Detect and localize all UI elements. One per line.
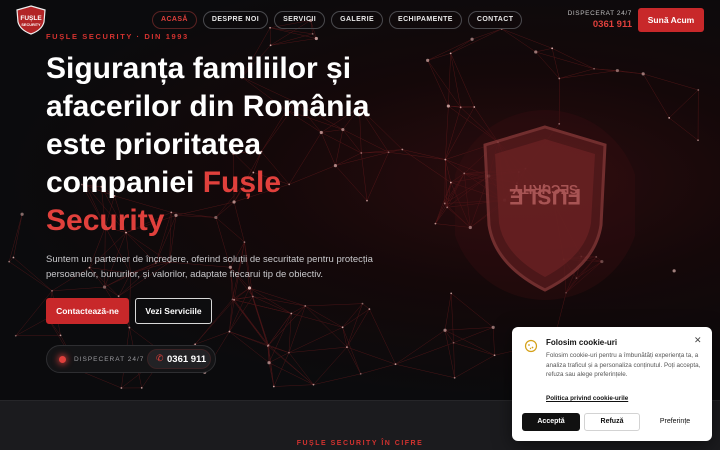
headline-accent-line: Security	[46, 204, 165, 237]
dispatch-pill-label: DISPECERAT 24/7	[74, 356, 145, 363]
status-dot-icon	[59, 356, 66, 363]
nav-item-galerie[interactable]: GALERIE	[331, 11, 384, 29]
header-dispatch-label: DISPECERAT 24/7	[567, 10, 632, 17]
dispatch-phone-button[interactable]: ✆ 0361 911	[147, 349, 211, 369]
cookie-accept-button[interactable]: Acceptă	[522, 413, 580, 431]
cookie-title: Folosim cookie-uri	[546, 338, 618, 347]
headline-line-4-text: companiei	[46, 166, 203, 199]
shield-text-bottom: SECURITY	[512, 182, 578, 197]
hero-lead: Suntem un partener de încredere, oferind…	[46, 254, 373, 280]
main-nav: ACASĂ DESPRE NOI SERVICII GALERIE ECHIPA…	[152, 11, 523, 29]
logo-text-bottom: SECURITY	[21, 23, 41, 27]
nav-item-servicii[interactable]: SERVICII	[274, 11, 326, 29]
call-now-button[interactable]: Sună Acum	[638, 8, 704, 32]
hero-kicker: FUȘLE SECURITY · DIN 1993	[46, 32, 189, 41]
shield-emblem: FUȘLE SECURITY	[450, 105, 640, 305]
cookie-text: Folosim cookie-uri pentru a îmbunătăți e…	[546, 352, 701, 378]
phone-icon: ✆	[156, 353, 164, 363]
dispatch-phone-number: 0361 911	[167, 354, 207, 365]
dispatch-pill: DISPECERAT 24/7 ✆ 0361 911	[46, 345, 216, 373]
close-icon[interactable]: ✕	[694, 335, 702, 346]
headline-accent-inline: Fușle	[202, 166, 282, 199]
stats-kicker: FUȘLE SECURITY ÎN CIFRE	[296, 440, 424, 447]
cookie-icon	[524, 339, 538, 353]
nav-item-contact[interactable]: CONTACT	[467, 11, 523, 29]
header-dispatch-number[interactable]: 0361 911	[560, 19, 632, 30]
nav-item-despre-noi[interactable]: DESPRE NOI	[202, 11, 269, 29]
cookie-refuse-button[interactable]: Refuză	[584, 413, 640, 431]
logo-text-top: FUȘLE	[20, 15, 42, 22]
view-services-button[interactable]: Vezi Serviciile	[135, 298, 212, 324]
site-logo[interactable]: FUȘLE SECURITY	[14, 5, 48, 35]
header-dispatch: DISPECERAT 24/7 0361 911	[560, 10, 632, 30]
cookie-policy-link[interactable]: Politica privind cookie-urile	[546, 395, 628, 402]
cookie-preferences-button[interactable]: Preferințe	[644, 413, 706, 431]
headline-line-2: afacerilor din România	[46, 90, 370, 123]
contact-button[interactable]: Contactează-ne	[46, 298, 129, 324]
headline-line-3: este prioritatea	[46, 128, 262, 161]
hero-headline: Siguranța familiilor și afacerilor din R…	[46, 50, 426, 240]
headline-line-4: companiei Fușle	[46, 164, 426, 202]
nav-item-echipamente[interactable]: ECHIPAMENTE	[389, 11, 462, 29]
nav-item-acasa[interactable]: ACASĂ	[152, 11, 197, 29]
headline-line-1: Siguranța familiilor și	[46, 52, 352, 85]
cookie-banner: Folosim cookie-uri ✕ Folosim cookie-uri …	[512, 327, 712, 441]
